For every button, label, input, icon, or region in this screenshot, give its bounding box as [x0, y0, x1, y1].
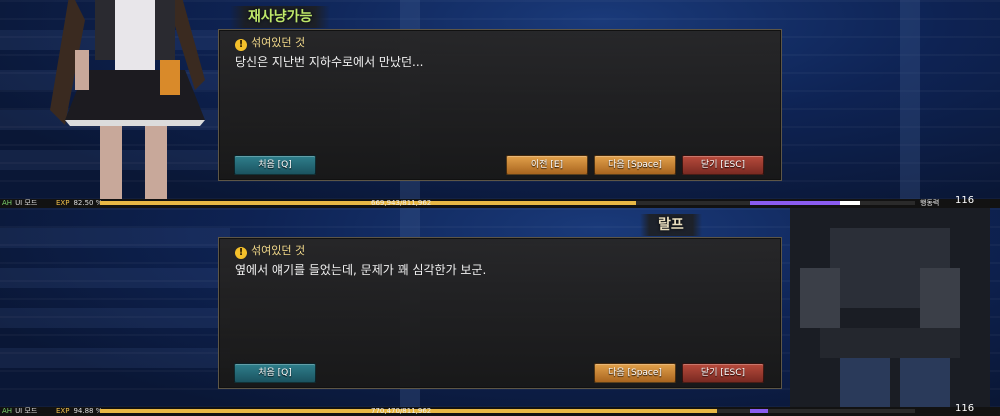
next-button[interactable]: 다음 [Space]: [594, 363, 676, 383]
exp-label: EXP: [56, 199, 70, 207]
exp-label: EXP: [56, 407, 70, 415]
warning-icon: !: [235, 39, 247, 51]
ui-mode-toggle[interactable]: AH UI 모드: [2, 407, 37, 416]
exp-bar: [100, 409, 915, 413]
ah-label: AH: [2, 407, 13, 415]
dialog-screen-2: 랄프 ! 섞여있던 것 옆에서 얘기를 들었는데, 문제가 꽤 심각한가 보군. …: [0, 208, 1000, 416]
exp-percent: 94.88 %: [73, 407, 103, 415]
ah-label: AH: [2, 199, 13, 207]
player-character-sprite: [50, 0, 205, 208]
next-button[interactable]: 다음 [Space]: [594, 155, 676, 175]
stamina-label: 행동력: [920, 199, 940, 207]
exp-readout: EXP 82.50 %: [56, 199, 102, 208]
exp-value: 770,470/811,962: [371, 407, 432, 415]
quest-title: 섞여있던 것: [251, 36, 306, 49]
first-button[interactable]: 처음 [Q]: [234, 155, 316, 175]
stamina-bar-marker: [840, 201, 860, 205]
ui-mode-label: UI 모드: [15, 407, 38, 415]
exp-bar: [100, 201, 915, 205]
exp-value: 669,943/811,962: [371, 199, 432, 207]
npc-name-plate: 재사냥가능: [230, 6, 331, 28]
close-button[interactable]: 닫기 [ESC]: [682, 155, 764, 175]
warning-icon: !: [235, 247, 247, 259]
level-value: 116: [955, 195, 975, 206]
dialog-box: ! 섞여있던 것 옆에서 얘기를 들었는데, 문제가 꽤 심각한가 보군. 처음 …: [218, 237, 782, 389]
dialog-screen-1: 재사냥가능 ! 섞여있던 것 당신은 지난번 지하수로에서 만났던... 처음 […: [0, 0, 1000, 208]
ui-mode-label: UI 모드: [15, 199, 38, 207]
level-value: 116: [955, 403, 975, 414]
status-bar: AH UI 모드 EXP 94.88 % 770,470/811,962 116: [0, 403, 1000, 416]
ui-mode-toggle[interactable]: AH UI 모드: [2, 199, 37, 208]
stamina-bar-fill: [750, 201, 840, 205]
exp-readout: EXP 94.88 %: [56, 407, 102, 416]
first-button[interactable]: 처음 [Q]: [234, 363, 316, 383]
quest-title-row: ! 섞여있던 것: [235, 36, 305, 51]
quest-title: 섞여있던 것: [251, 244, 306, 257]
quest-title-row: ! 섞여있던 것: [235, 244, 305, 259]
dialog-box: ! 섞여있던 것 당신은 지난번 지하수로에서 만났던... 처음 [Q] 이전 …: [218, 29, 782, 181]
stamina-bar-fill: [750, 409, 768, 413]
npc-name-plate: 랄프: [640, 214, 702, 236]
dialog-text: 옆에서 얘기를 들었는데, 문제가 꽤 심각한가 보군.: [235, 263, 487, 277]
exp-bar-fill: [100, 201, 637, 205]
npc-character-sprite: [790, 208, 990, 416]
prev-button[interactable]: 이전 [E]: [506, 155, 588, 175]
dialog-text: 당신은 지난번 지하수로에서 만났던...: [235, 55, 424, 69]
status-bar: AH UI 모드 EXP 82.50 % 669,943/811,962 행동력 1…: [0, 195, 1000, 208]
exp-percent: 82.50 %: [73, 199, 103, 207]
close-button[interactable]: 닫기 [ESC]: [682, 363, 764, 383]
